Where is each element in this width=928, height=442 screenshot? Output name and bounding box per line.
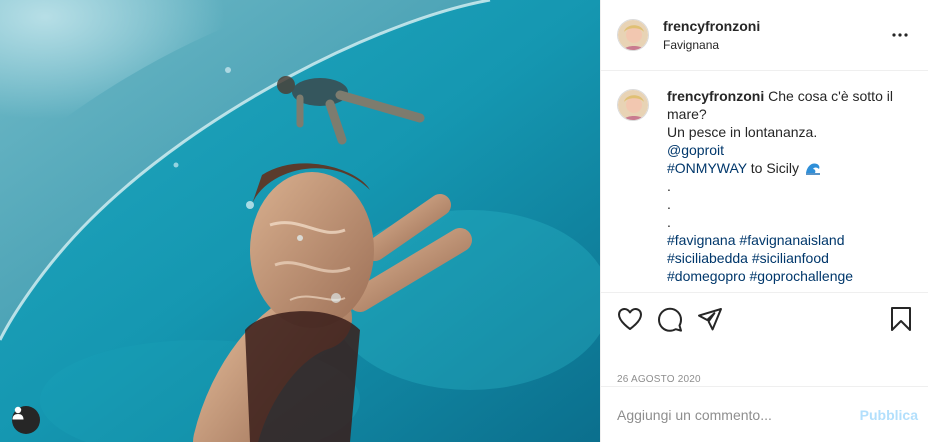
action-bar [601, 293, 928, 345]
mention-link[interactable]: @goproit [667, 141, 907, 159]
caption-line: Un pesce in lontananza. [667, 124, 818, 140]
avatar-image [618, 90, 648, 120]
comments-section[interactable]: frencyfronzoni Che cosa c'è sotto il mar… [601, 71, 928, 293]
post-header: frencyfronzoni Favignana [601, 0, 928, 71]
hashtag-link[interactable]: #siciliabedda [667, 250, 748, 266]
post-caption: frencyfronzoni Che cosa c'è sotto il mar… [617, 87, 912, 285]
like-button[interactable] [615, 304, 645, 334]
publish-comment-button[interactable]: Pubblica [860, 407, 918, 423]
tagged-users-button[interactable] [12, 406, 40, 434]
save-button[interactable] [886, 304, 916, 334]
post-photo[interactable] [0, 0, 600, 442]
avatar-image [618, 20, 648, 50]
caption-text-fragment: to Sicily [746, 160, 799, 176]
comment-button[interactable] [655, 304, 685, 334]
hashtag-link[interactable]: #favignana [667, 232, 736, 248]
caption-username[interactable]: frencyfronzoni [667, 88, 764, 104]
add-comment-box: Pubblica [601, 386, 928, 442]
wave-emoji-icon [805, 163, 820, 175]
caption-dot: . [667, 214, 671, 230]
bookmark-icon [891, 307, 911, 331]
user-icon [12, 406, 24, 420]
comment-bubble-icon [658, 307, 682, 332]
post-author-username[interactable]: frencyfronzoni [663, 18, 888, 34]
post-side-panel: frencyfronzoni Favignana frencyfronzoni … [600, 0, 928, 442]
caption-dot: . [667, 178, 671, 194]
paper-plane-icon [698, 308, 722, 331]
hashtag-link[interactable]: #favignanaisland [739, 232, 844, 248]
avatar[interactable] [617, 89, 649, 121]
heart-icon [618, 308, 642, 330]
instagram-post: frencyfronzoni Favignana frencyfronzoni … [0, 0, 928, 442]
more-options-icon [892, 33, 908, 37]
share-button[interactable] [695, 304, 725, 334]
avatar[interactable] [617, 19, 649, 51]
post-location[interactable]: Favignana [663, 38, 888, 52]
hashtag-link[interactable]: #domegopro [667, 268, 746, 284]
caption-dot: . [667, 196, 671, 212]
likes-area [601, 345, 928, 373]
comment-input[interactable] [617, 406, 860, 423]
hashtag-link[interactable]: #goprochallenge [750, 268, 854, 284]
hashtag-link[interactable]: #ONMYWAY [667, 160, 747, 176]
more-options-button[interactable] [888, 23, 912, 47]
hashtag-link[interactable]: #sicilianfood [752, 250, 829, 266]
underwater-photo [0, 0, 600, 442]
caption-text: frencyfronzoni Che cosa c'è sotto il mar… [667, 87, 907, 285]
